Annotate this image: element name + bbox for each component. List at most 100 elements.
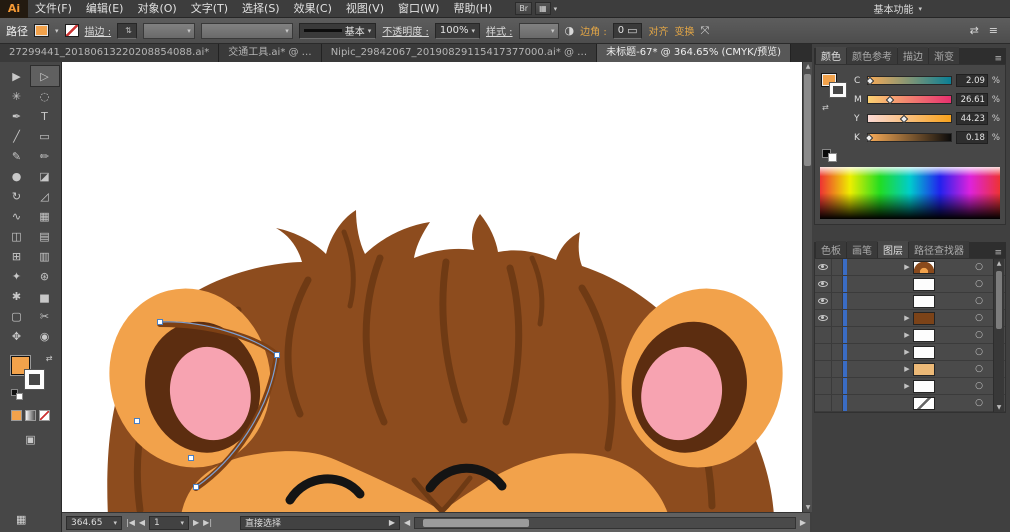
tool-button[interactable]: ▷ <box>31 66 59 86</box>
scrollbar-thumb[interactable] <box>996 271 1002 329</box>
menu-item[interactable]: 视图(V) <box>339 0 391 18</box>
layers-scrollbar[interactable]: ▲ ▼ <box>993 259 1004 412</box>
swap-icon[interactable]: ⇄ <box>970 24 979 37</box>
align-link[interactable]: 对齐 <box>648 23 668 38</box>
style-link[interactable]: 样式 : <box>486 23 513 38</box>
white-swatch[interactable] <box>828 153 837 162</box>
menu-item[interactable]: 编辑(E) <box>79 0 131 18</box>
layer-thumbnail[interactable] <box>913 363 935 376</box>
target-circle-icon[interactable]: ○ <box>975 381 983 391</box>
tool-button[interactable]: ✏ <box>31 146 59 166</box>
bridge-icon[interactable]: Br <box>515 2 532 15</box>
visibility-toggle[interactable] <box>815 310 832 326</box>
panel-menu-icon[interactable]: ≡ <box>994 54 1004 64</box>
stroke-swatch[interactable] <box>25 370 44 389</box>
layer-thumbnail[interactable] <box>913 295 935 308</box>
channel-slider[interactable] <box>867 133 952 142</box>
expand-triangle-icon[interactable]: ▶ <box>901 263 913 271</box>
tool-button[interactable]: ✎ <box>3 146 31 166</box>
expand-triangle-icon[interactable]: ▶ <box>901 382 913 390</box>
default-colors-icon-white[interactable] <box>16 393 23 400</box>
channel-slider[interactable] <box>867 114 952 123</box>
target-circle-icon[interactable]: ○ <box>975 364 983 374</box>
panel-tab[interactable]: 图层 <box>878 241 908 258</box>
last-artboard-button[interactable]: ▶| <box>203 518 212 527</box>
tool-button[interactable]: T <box>31 106 59 126</box>
document-tab[interactable]: 交通工具.ai* @ … <box>219 44 321 62</box>
panel-menu-icon[interactable]: ≡ <box>994 248 1004 258</box>
menu-item[interactable]: 选择(S) <box>235 0 287 18</box>
tool-button[interactable]: ▅ <box>31 286 59 306</box>
panel-menu-icon[interactable]: ≡ <box>989 24 998 37</box>
vertical-scrollbar[interactable]: ▲ ▼ <box>802 62 812 512</box>
channel-slider[interactable] <box>867 76 952 85</box>
visibility-toggle[interactable] <box>815 378 832 394</box>
tool-button[interactable]: ▥ <box>31 246 59 266</box>
chevron-down-icon[interactable]: ▾ <box>554 5 558 13</box>
none-mode-button[interactable] <box>39 410 50 421</box>
tool-button[interactable]: ◿ <box>31 186 59 206</box>
tool-button[interactable]: ✒ <box>3 106 31 126</box>
target-circle-icon[interactable]: ○ <box>975 279 983 289</box>
zoom-level-field[interactable]: 364.65 ▾ <box>66 516 122 530</box>
width-profile-select[interactable]: ▾ <box>143 23 195 39</box>
layer-thumbnail[interactable] <box>913 397 935 410</box>
color-mode-button[interactable] <box>11 410 22 421</box>
menu-item[interactable]: 对象(O) <box>130 0 183 18</box>
lock-toggle[interactable] <box>832 361 843 377</box>
layer-row[interactable]: ▶ ○ <box>815 344 1005 361</box>
scroll-right-icon[interactable]: ▶ <box>800 518 806 527</box>
panel-tab[interactable]: 颜色参考 <box>847 47 897 64</box>
tool-button[interactable]: ▤ <box>31 226 59 246</box>
visibility-toggle[interactable] <box>815 361 832 377</box>
tool-button[interactable]: ● <box>3 166 31 186</box>
layer-thumbnail[interactable] <box>913 278 935 291</box>
slider-knob[interactable] <box>865 134 873 142</box>
document-tab[interactable]: Nipic_29842067_20190829115417377000.ai* … <box>322 44 597 62</box>
layer-thumbnail[interactable] <box>913 312 935 325</box>
target-circle-icon[interactable]: ○ <box>975 398 983 408</box>
tool-button[interactable]: ◫ <box>3 226 31 246</box>
tool-button[interactable]: ↻ <box>3 186 31 206</box>
tool-button[interactable]: ▦ <box>31 206 59 226</box>
document-tab[interactable]: 未标题-67* @ 364.65% (CMYK/预览) <box>597 44 791 62</box>
menu-item[interactable]: 帮助(H) <box>446 0 499 18</box>
menu-item[interactable]: 文件(F) <box>28 0 79 18</box>
slider-knob[interactable] <box>900 115 908 123</box>
tool-button[interactable]: ▭ <box>31 126 59 146</box>
visibility-toggle[interactable] <box>815 276 832 292</box>
brush-definition-select[interactable]: ▾ <box>201 23 293 39</box>
scroll-up-icon[interactable]: ▲ <box>994 260 1004 267</box>
lock-toggle[interactable] <box>832 344 843 360</box>
lock-toggle[interactable] <box>832 395 843 411</box>
menu-item[interactable]: 窗口(W) <box>391 0 446 18</box>
stroke-style-select[interactable]: 基本 ▾ <box>299 23 377 39</box>
recolor-artwork-icon[interactable]: ◑ <box>565 24 575 37</box>
tool-button[interactable]: ▢ <box>3 306 31 326</box>
stepper-icon[interactable]: ⇅ <box>125 26 132 35</box>
tool-button[interactable]: ⊛ <box>31 266 59 286</box>
panel-tab[interactable]: 色板 <box>816 241 846 258</box>
scrollbar-thumb[interactable] <box>423 519 529 527</box>
corner-field[interactable]: 0 ▭ <box>613 23 643 39</box>
tool-button[interactable]: ✱ <box>3 286 31 306</box>
swap-fill-stroke-icon[interactable]: ⇄ <box>46 354 53 363</box>
visibility-toggle[interactable] <box>815 344 832 360</box>
stroke-swatch[interactable] <box>830 83 846 97</box>
next-artboard-button[interactable]: ▶ <box>193 518 199 527</box>
slider-knob[interactable] <box>886 96 894 104</box>
slider-knob[interactable] <box>865 77 873 85</box>
channel-value-field[interactable]: 26.61 <box>956 93 988 106</box>
tool-button[interactable]: ⊞ <box>3 246 31 266</box>
draw-mode-icon[interactable]: ▦ <box>16 513 26 526</box>
layer-thumbnail[interactable] <box>913 346 935 359</box>
layer-thumbnail[interactable] <box>913 380 935 393</box>
tool-button[interactable]: ▶ <box>3 66 31 86</box>
layer-row[interactable]: ▶ ○ <box>815 259 1005 276</box>
app-logo[interactable]: Ai <box>0 0 28 18</box>
target-circle-icon[interactable]: ○ <box>975 296 983 306</box>
layer-row[interactable]: ▶ ○ <box>815 293 1005 310</box>
scroll-down-icon[interactable]: ▼ <box>994 404 1004 411</box>
channel-slider[interactable] <box>867 95 952 104</box>
panel-tab[interactable]: 路径查找器 <box>909 241 969 258</box>
